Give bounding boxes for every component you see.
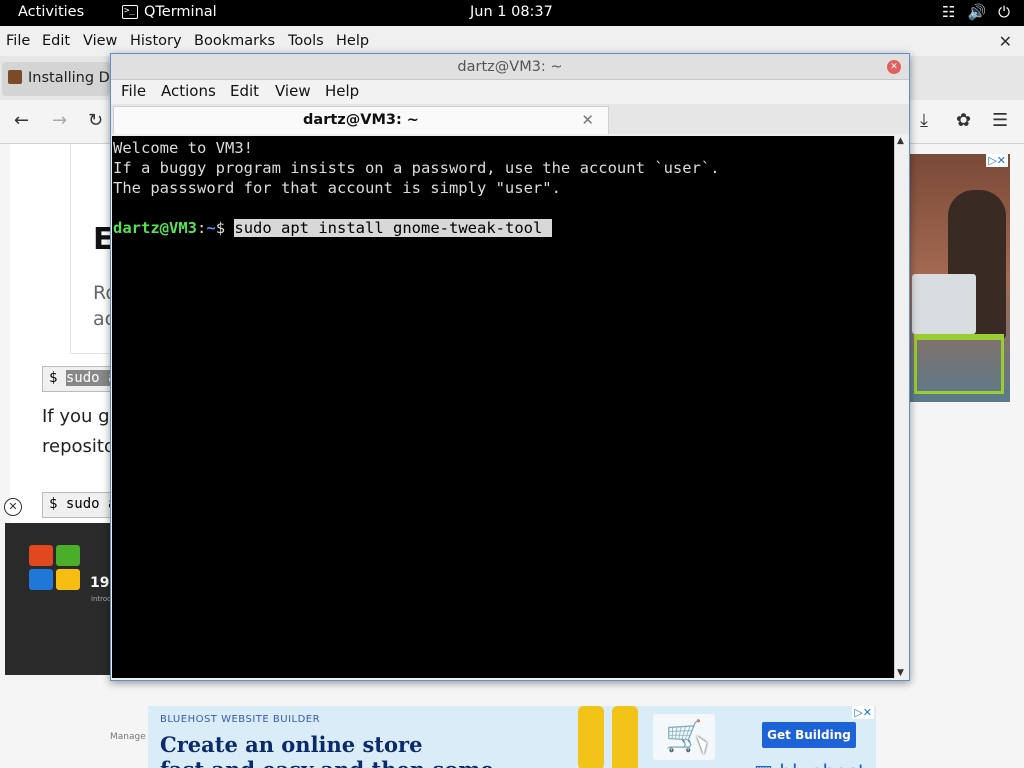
- terminal-output[interactable]: Welcome to VM3! If a buggy program insist…: [112, 136, 894, 678]
- terminal-tab-title: dartz@VM3: ~: [303, 112, 419, 128]
- ad-subtext: introd: [91, 595, 112, 603]
- terminal-icon: >_: [122, 5, 138, 19]
- system-tray[interactable]: ☷ 🔊 ⏻: [942, 3, 1010, 21]
- boots-image: [568, 706, 658, 768]
- terminal-prompt-line: dartz@VM3:~$ sudo apt install gnome-twea…: [113, 218, 893, 238]
- ad-close-icon[interactable]: ✕: [4, 498, 22, 516]
- forward-icon[interactable]: →: [52, 110, 67, 131]
- qterminal-window[interactable]: dartz@VM3: ~ ✕ File Actions Edit View He…: [110, 53, 910, 681]
- terminal-line: If a buggy program insists on a password…: [113, 159, 720, 177]
- terminal-menu-view[interactable]: View: [275, 82, 311, 100]
- prompt-separator: :: [197, 219, 207, 237]
- paragraph-text: reposito: [42, 436, 115, 457]
- get-building-button[interactable]: Get Building: [762, 722, 856, 748]
- network-icon[interactable]: ☷: [942, 3, 955, 21]
- ad-brand-label: BLUEHOST WEBSITE BUILDER: [160, 714, 321, 725]
- prompt-path: ~: [206, 219, 216, 237]
- browser-menu-view[interactable]: View: [83, 33, 117, 49]
- tab-close-icon[interactable]: ✕: [581, 107, 594, 133]
- bluehost-logo: ▦ bluehost: [754, 760, 866, 768]
- terminal-line: Welcome to VM3!: [113, 139, 253, 157]
- browser-menu-help[interactable]: Help: [336, 33, 369, 49]
- back-icon[interactable]: ←: [14, 110, 29, 131]
- laptop-image: [912, 274, 976, 334]
- app-menu-button[interactable]: >_ QTerminal: [122, 4, 217, 20]
- browser-tab-title: Installing D: [28, 70, 110, 86]
- terminal-menu-file[interactable]: File: [121, 82, 146, 100]
- volume-icon[interactable]: 🔊: [967, 3, 986, 21]
- browser-menu-tools[interactable]: Tools: [288, 33, 324, 49]
- command-input[interactable]: sudo apt install gnome-tweak-tool: [234, 219, 552, 237]
- download-icon[interactable]: ⤓: [920, 110, 928, 131]
- close-icon[interactable]: ✕: [887, 60, 901, 74]
- browser-menu-history[interactable]: History: [130, 33, 182, 49]
- browser-menu-file[interactable]: File: [6, 33, 30, 49]
- terminal-tabbar: dartz@VM3: ~ ✕: [111, 104, 909, 134]
- scroll-down-icon[interactable]: ▼: [897, 668, 904, 678]
- scroll-up-icon[interactable]: ▲: [897, 136, 904, 146]
- reload-icon[interactable]: ↻: [88, 110, 103, 131]
- windows-logo-icon: [29, 545, 81, 591]
- bluehost-ad[interactable]: BLUEHOST WEBSITE BUILDER Create an onlin…: [148, 706, 876, 768]
- activities-button[interactable]: Activities: [18, 4, 84, 20]
- terminal-menu-actions[interactable]: Actions: [161, 82, 216, 100]
- app-name: QTerminal: [144, 4, 217, 20]
- power-icon[interactable]: ⏻: [998, 3, 1010, 21]
- terminal-tab[interactable]: dartz@VM3: ~ ✕: [113, 106, 609, 134]
- windows-ad[interactable]: 198 introd: [5, 523, 119, 675]
- side-ad-image[interactable]: ▷✕: [910, 154, 1010, 402]
- ad-headline-line: fast and easy and then some.: [160, 757, 501, 768]
- terminal-menubar: File Actions Edit View Help: [111, 80, 909, 104]
- paragraph-text: If you ge: [42, 406, 121, 427]
- clock[interactable]: Jun 1 08:37: [470, 4, 553, 20]
- browser-menu-edit[interactable]: Edit: [42, 33, 70, 49]
- terminal-titlebar[interactable]: dartz@VM3: ~ ✕: [111, 54, 909, 80]
- ad-headline-line: Create an online store: [160, 732, 423, 757]
- browser-menubar: File Edit View History Bookmarks Tools H…: [0, 26, 1024, 56]
- browser-close-icon[interactable]: ✕: [999, 32, 1012, 51]
- hamburger-menu-icon[interactable]: ☰: [992, 110, 1008, 131]
- chair-image: [914, 334, 1004, 394]
- terminal-scrollbar[interactable]: ▲ ▼: [894, 136, 908, 678]
- adchoices-icon[interactable]: ▷✕: [852, 706, 874, 719]
- extension-icon[interactable]: ✿: [956, 110, 971, 131]
- manage-link[interactable]: Manage: [110, 732, 146, 742]
- ad-headline: Create an online store fast and easy and…: [160, 732, 501, 768]
- browser-menu-bookmarks[interactable]: Bookmarks: [194, 33, 275, 49]
- code-prefix: $: [49, 370, 66, 386]
- prompt-symbol: $: [215, 219, 235, 237]
- prompt-user: dartz@VM3: [113, 219, 197, 237]
- adchoices-icon[interactable]: ▷✕: [986, 154, 1008, 167]
- favicon-icon: [8, 70, 22, 84]
- bluehost-logo-text: bluehost: [779, 760, 865, 768]
- terminal-line: The passsword for that account is simply…: [113, 179, 561, 197]
- terminal-menu-help[interactable]: Help: [325, 82, 359, 100]
- browser-tab[interactable]: Installing D: [2, 62, 110, 96]
- terminal-menu-edit[interactable]: Edit: [230, 82, 259, 100]
- window-title: dartz@VM3: ~: [457, 59, 563, 75]
- gnome-top-bar: Activities >_ QTerminal Jun 1 08:37 ☷ 🔊 …: [0, 0, 1024, 26]
